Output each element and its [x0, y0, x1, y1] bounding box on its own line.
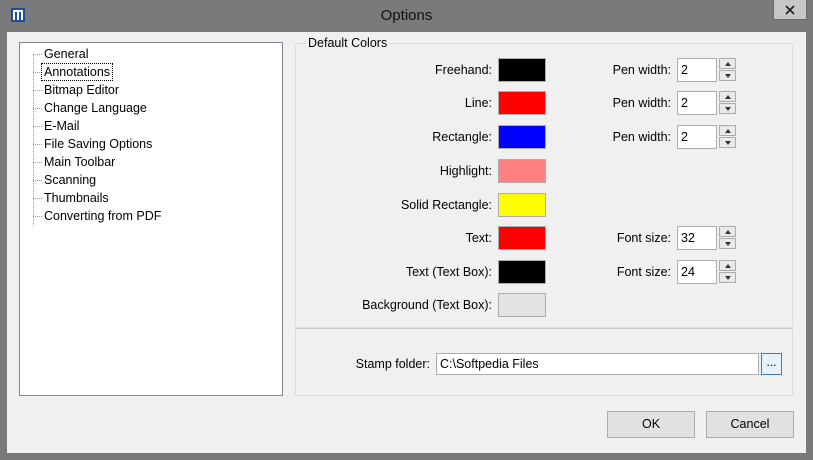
cancel-button[interactable]: Cancel [706, 411, 794, 438]
rectangle-pen-width-input[interactable]: 2 [677, 125, 717, 149]
tree-item-thumbnails[interactable]: Thumbnails [44, 190, 109, 206]
tree-connector [33, 126, 42, 127]
text-box-font-size-label: Font size: [616, 265, 671, 279]
highlight-color-swatch[interactable] [498, 159, 546, 183]
tree-item-annotations[interactable]: Annotations [40, 63, 114, 81]
spin-down-icon [725, 276, 731, 280]
spin-down-button[interactable] [719, 70, 736, 81]
text-box-color-swatch[interactable] [498, 260, 546, 284]
default-colors-title: Default Colors [305, 36, 391, 50]
tree-item-file-saving-options[interactable]: File Saving Options [44, 136, 152, 152]
tree-item-bitmap-editor[interactable]: Bitmap Editor [44, 82, 119, 98]
options-tree[interactable]: General Annotations Bitmap Editor Change… [19, 42, 283, 396]
spin-up-button[interactable] [719, 91, 736, 102]
solid-rectangle-color-swatch[interactable] [498, 193, 546, 217]
text-label: Text: [465, 231, 492, 245]
close-icon [785, 5, 795, 15]
spin-up-icon [725, 62, 731, 66]
spin-up-icon [725, 264, 731, 268]
tree-connector [33, 54, 42, 55]
tree-item-general[interactable]: General [44, 46, 88, 62]
close-button[interactable] [773, 0, 807, 20]
tree-connector [33, 180, 42, 181]
text-box-font-size-spinner: 24 [677, 260, 736, 284]
spin-down-button[interactable] [719, 238, 736, 249]
text-box-label: Text (Text Box): [405, 265, 492, 279]
freehand-pen-width-input[interactable]: 2 [677, 58, 717, 82]
spin-down-button[interactable] [719, 272, 736, 283]
text-font-size-input[interactable]: 32 [677, 226, 717, 250]
text-font-size-label: Font size: [616, 231, 671, 245]
text-box-background-color-swatch[interactable] [498, 293, 546, 317]
freehand-color-swatch[interactable] [498, 58, 546, 82]
dialog-client-area: General Annotations Bitmap Editor Change… [7, 32, 806, 453]
spin-up-button[interactable] [719, 125, 736, 136]
freehand-label: Freehand: [435, 63, 492, 77]
line-color-swatch[interactable] [498, 91, 546, 115]
tree-item-converting-from-pdf[interactable]: Converting from PDF [44, 208, 161, 224]
tree-connector [33, 72, 42, 73]
title-bar[interactable]: Options [0, 0, 813, 32]
spin-up-icon [725, 230, 731, 234]
tree-connector [33, 90, 42, 91]
spin-down-icon [725, 107, 731, 111]
rectangle-pen-width-label: Pen width: [612, 130, 671, 144]
ok-button[interactable]: OK [607, 411, 695, 438]
tree-item-change-language[interactable]: Change Language [44, 100, 147, 116]
line-pen-width-label: Pen width: [612, 96, 671, 110]
rectangle-color-swatch[interactable] [498, 125, 546, 149]
tree-connector [33, 162, 42, 163]
spin-down-button[interactable] [719, 137, 736, 148]
tree-connector [33, 216, 42, 217]
tree-connector [33, 108, 42, 109]
stamp-folder-label: Stamp folder: [355, 357, 430, 371]
spin-down-button[interactable] [719, 103, 736, 114]
spin-up-icon [725, 129, 731, 133]
spin-down-icon [725, 141, 731, 145]
spin-up-button[interactable] [719, 58, 736, 69]
rectangle-label: Rectangle: [432, 130, 492, 144]
tree-item-main-toolbar[interactable]: Main Toolbar [44, 154, 115, 170]
tree-item-scanning[interactable]: Scanning [44, 172, 96, 188]
spin-up-icon [725, 95, 731, 99]
browse-button[interactable]: ... [761, 353, 782, 375]
text-color-swatch[interactable] [498, 226, 546, 250]
line-label: Line: [464, 96, 492, 110]
text-font-size-spinner: 32 [677, 226, 736, 250]
text-box-font-size-input[interactable]: 24 [677, 260, 717, 284]
freehand-pen-width-spinner: 2 [677, 58, 736, 82]
solid-rectangle-label: Solid Rectangle: [400, 198, 492, 212]
spin-up-button[interactable] [719, 260, 736, 271]
default-colors-group [295, 43, 793, 328]
window-title: Options [380, 7, 433, 24]
highlight-label: Highlight: [439, 164, 492, 178]
spin-up-button[interactable] [719, 226, 736, 237]
tree-connector [33, 198, 42, 199]
stamp-folder-input[interactable]: C:\Softpedia Files [436, 353, 759, 375]
tree-item-email[interactable]: E-Mail [44, 118, 79, 134]
spin-down-icon [725, 242, 731, 246]
tree-connector [33, 144, 42, 145]
freehand-pen-width-label: Pen width: [612, 63, 671, 77]
options-window: Options General Annotations Bitmap Edito… [0, 0, 813, 460]
rectangle-pen-width-spinner: 2 [677, 125, 736, 149]
text-box-background-label: Background (Text Box): [362, 298, 492, 312]
tree-connector [33, 54, 34, 226]
spin-down-icon [725, 74, 731, 78]
line-pen-width-input[interactable]: 2 [677, 91, 717, 115]
line-pen-width-spinner: 2 [677, 91, 736, 115]
